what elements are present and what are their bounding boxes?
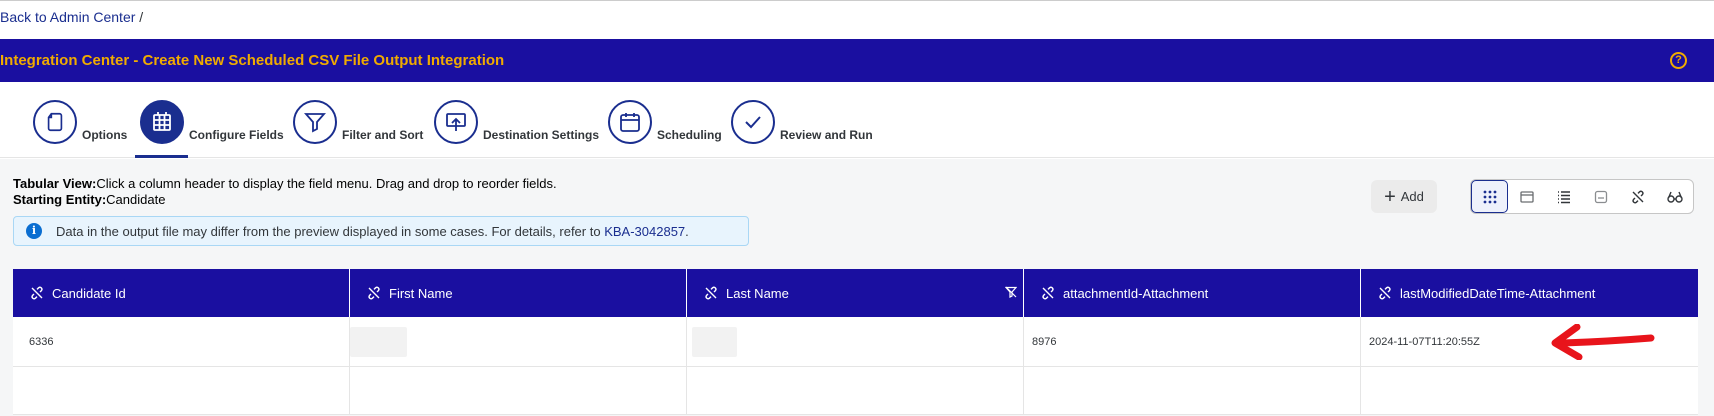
starting-entity: Starting Entity:Candidate [13,192,165,207]
table-cell [687,367,1024,414]
step-label: Scheduling [657,128,722,142]
help-icon[interactable]: ? [1670,52,1687,69]
table-row[interactable] [13,367,1698,415]
filter-icon [293,100,337,144]
column-header-label: Last Name [726,285,789,301]
column-header-label: Candidate Id [52,285,126,301]
tabular-view-hint: Tabular View:Click a column header to di… [13,176,557,191]
table-cell: 6336 [13,317,350,366]
column-header-first-name[interactable]: First Name [350,269,687,317]
kba-link[interactable]: KBA-3042857 [604,224,685,239]
glasses-icon[interactable] [1656,180,1693,213]
breadcrumb-separator: / [139,9,144,25]
unlink-icon [1040,285,1056,301]
plus-icon: + [1384,185,1396,208]
checkmark-icon [731,100,775,144]
table-header: Candidate Id First Name Last Name attach… [13,269,1698,317]
step-configure-fields[interactable]: Configure Fields [140,98,284,144]
column-header-label: lastModifiedDateTime-Attachment [1400,285,1596,301]
breadcrumb: Back to Admin Center / [0,9,143,25]
unlink-icon [366,285,382,301]
unlink-icon [703,285,719,301]
starting-entity-label: Starting Entity: [13,192,107,207]
calendar-icon [608,100,652,144]
table-cell [13,367,350,414]
page-header: Integration Center - Create New Schedule… [0,39,1714,82]
filter-icon [1004,286,1018,301]
column-header-attachment-id[interactable]: attachmentId-Attachment [1024,269,1361,317]
document-icon [33,100,77,144]
wizard-steps: Options Configure Fields Filter and Sort… [0,82,1714,158]
column-header-last-modified[interactable]: lastModifiedDateTime-Attachment [1361,269,1698,317]
list-view-icon[interactable] [1545,180,1582,213]
step-label: Configure Fields [189,128,284,142]
add-button[interactable]: + Add [1371,180,1437,213]
column-header-candidate-id[interactable]: Candidate Id [13,269,350,317]
info-icon: i [26,223,42,239]
preview-table: Candidate Id First Name Last Name attach… [13,269,1698,415]
column-header-label: attachmentId-Attachment [1063,285,1209,301]
table-grid-icon [140,100,184,144]
tabular-view-text: Click a column header to display the fie… [96,176,557,191]
top-divider [0,0,1714,1]
step-review-and-run[interactable]: Review and Run [731,98,873,144]
table-row[interactable]: 6336 8976 2024-11-07T11:20:55Z [13,317,1698,367]
upload-icon [434,100,478,144]
step-scheduling[interactable]: Scheduling [608,98,722,144]
view-mode-toolbar [1470,179,1694,214]
step-destination-settings[interactable]: Destination Settings [434,98,599,144]
step-label: Filter and Sort [342,128,424,142]
redacted-block [692,326,737,357]
redacted-block [350,326,407,357]
table-cell [1024,367,1361,414]
banner-text: Data in the output file may differ from … [56,223,601,239]
grid-view-icon[interactable] [1471,180,1508,213]
unlink-icon [1377,285,1393,301]
step-filter-and-sort[interactable]: Filter and Sort [293,98,423,144]
collapse-icon[interactable] [1582,180,1619,213]
table-cell [350,367,687,414]
column-header-label: First Name [389,285,453,301]
add-button-label: Add [1400,189,1424,204]
step-label: Review and Run [780,128,873,142]
step-label: Destination Settings [483,128,600,142]
table-cell [1361,367,1698,414]
info-banner: i Data in the output file may differ fro… [13,216,749,246]
starting-entity-value: Candidate [106,192,166,207]
column-header-last-name[interactable]: Last Name [687,269,1024,317]
page-title: Integration Center - Create New Schedule… [0,52,505,69]
unlink-icon [29,285,45,301]
tabular-view-label: Tabular View: [13,176,97,191]
back-to-admin-center-link[interactable]: Back to Admin Center [0,9,135,25]
step-options[interactable]: Options [33,98,127,144]
banner-end: . [685,223,689,239]
active-step-indicator [135,155,188,158]
table-cell: 8976 [1024,317,1361,366]
table-cell-redacted [350,317,687,366]
main-content: Tabular View:Click a column header to di… [0,159,1714,416]
single-panel-icon[interactable] [1508,180,1545,213]
red-arrow-annotation [1551,324,1655,360]
table-cell-redacted [687,317,1024,366]
unlink-icon[interactable] [1619,180,1656,213]
step-label: Options [82,128,128,142]
